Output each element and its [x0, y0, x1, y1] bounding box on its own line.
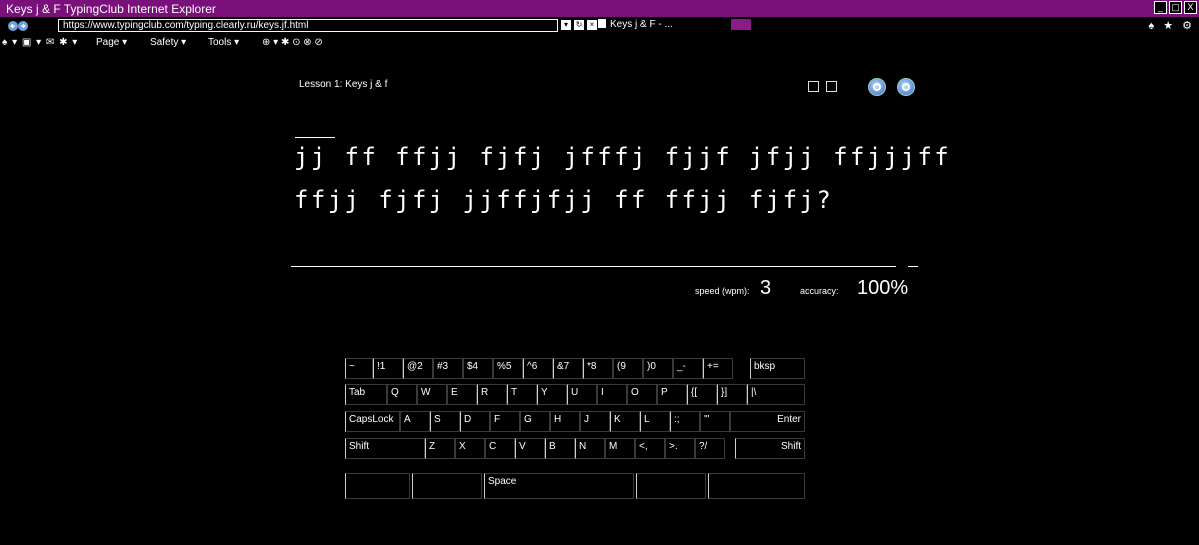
- key-2: @2: [403, 358, 433, 379]
- maximize-button[interactable]: ▢: [1169, 1, 1182, 14]
- back-forward-icon[interactable]: [8, 19, 32, 33]
- key-s: S: [430, 411, 460, 432]
- accuracy-label: accuracy:: [800, 286, 839, 296]
- key-e: E: [447, 384, 477, 405]
- browser-window: Keys j & F TypingClub Internet Explorer …: [0, 0, 1199, 545]
- url-input[interactable]: [58, 19, 558, 32]
- key-minus: _-: [673, 358, 703, 379]
- key-6: ^6: [523, 358, 553, 379]
- key-equals: +=: [703, 358, 733, 379]
- key-semicolon: :;: [670, 411, 700, 432]
- key-1: !1: [373, 358, 403, 379]
- restart-icon[interactable]: [868, 78, 886, 96]
- key-b: B: [545, 438, 575, 459]
- key-comma: <,: [635, 438, 665, 459]
- lesson-title: Lesson 1: Keys j & f: [299, 79, 388, 90]
- address-row: ▾ ↻ × Keys j & F - ... ♠ ★ ⚙: [0, 17, 1199, 35]
- key-o: O: [627, 384, 657, 405]
- key-slash: ?/: [695, 438, 725, 459]
- key-7: &7: [553, 358, 583, 379]
- on-screen-keyboard: ~ !1 @2 #3 $4 %5 ^6 &7 *8 (9 )0 _- += bk…: [340, 358, 810, 505]
- key-capslock: CapsLock: [345, 411, 400, 432]
- window-title: Keys j & F TypingClub Internet Explorer: [6, 1, 216, 16]
- minimize-button[interactable]: _: [1154, 1, 1167, 14]
- progress-divider: [291, 266, 896, 267]
- address-icons: ▾ ↻ ×: [561, 20, 597, 30]
- key-w: W: [417, 384, 447, 405]
- key-g: G: [520, 411, 550, 432]
- key-z: Z: [425, 438, 455, 459]
- key-t: T: [507, 384, 537, 405]
- sound-toggle-button[interactable]: [808, 81, 819, 92]
- key-4: $4: [463, 358, 493, 379]
- key-5: %5: [493, 358, 523, 379]
- key-tab: Tab: [345, 384, 387, 405]
- key-u: U: [567, 384, 597, 405]
- key-right-shift: Shift: [735, 438, 805, 459]
- key-f: F: [490, 411, 520, 432]
- safety-menu[interactable]: Safety ▾: [150, 37, 186, 48]
- key-q: Q: [387, 384, 417, 405]
- key-x: X: [455, 438, 485, 459]
- tools-menu[interactable]: Tools ▾: [208, 37, 239, 48]
- typing-cursor: [295, 137, 335, 138]
- key-backslash: |\: [747, 384, 805, 405]
- key-space: Space: [484, 473, 634, 499]
- key-0: )0: [643, 358, 673, 379]
- key-3: #3: [433, 358, 463, 379]
- key-left-ctrl: [345, 473, 410, 499]
- tab-favicon-icon: [598, 19, 606, 28]
- key-m: M: [605, 438, 635, 459]
- key-y: Y: [537, 384, 567, 405]
- extra-command-icons[interactable]: ⊕ ▾ ✱ ⊙ ⊗ ⊘: [262, 37, 323, 48]
- key-tilde: ~: [345, 358, 373, 379]
- fullscreen-button[interactable]: [826, 81, 837, 92]
- key-9: (9: [613, 358, 643, 379]
- title-bar: Keys j & F TypingClub Internet Explorer …: [0, 0, 1199, 17]
- typing-line-1[interactable]: jj ff ffjj fjfj jfffj fjjf jfjj ffjjjff: [294, 143, 951, 171]
- command-icons[interactable]: ♠ ▾ ▣ ▾ ✉ ✱ ▾: [2, 37, 78, 48]
- close-button[interactable]: X: [1184, 1, 1197, 14]
- key-n: N: [575, 438, 605, 459]
- key-left-alt: [412, 473, 482, 499]
- key-c: C: [485, 438, 515, 459]
- key-j: J: [580, 411, 610, 432]
- new-tab-button[interactable]: [731, 19, 751, 30]
- tab-keys-jf[interactable]: Keys j & F - ...: [610, 19, 673, 30]
- key-8: *8: [583, 358, 613, 379]
- key-period: >.: [665, 438, 695, 459]
- refresh-icon[interactable]: ↻: [574, 20, 584, 30]
- speed-label: speed (wpm):: [695, 286, 750, 296]
- command-bar: ♠ ▾ ▣ ▾ ✉ ✱ ▾ Page ▾ Safety ▾ Tools ▾ ⊕ …: [0, 35, 1199, 52]
- window-controls: _ ▢ X: [1154, 1, 1197, 14]
- dropdown-icon[interactable]: ▾: [561, 20, 571, 30]
- speed-value: 3: [760, 277, 772, 299]
- progress-divider-end: [908, 266, 918, 267]
- key-right-ctrl: [708, 473, 805, 499]
- key-l: L: [640, 411, 670, 432]
- typing-line-2[interactable]: ffjj fjfj jjffjfjj ff ffjj fjfj?: [294, 186, 833, 214]
- key-enter: Enter: [730, 411, 805, 432]
- home-favorites-settings-icons[interactable]: ♠ ★ ⚙: [1148, 19, 1195, 32]
- key-h: H: [550, 411, 580, 432]
- key-v: V: [515, 438, 545, 459]
- key-d: D: [460, 411, 490, 432]
- key-quote: "': [700, 411, 730, 432]
- accuracy-value: 100%: [857, 277, 909, 299]
- key-p: P: [657, 384, 687, 405]
- settings-icon[interactable]: [897, 78, 915, 96]
- stop-icon[interactable]: ×: [587, 20, 597, 30]
- key-close-bracket: }]: [717, 384, 747, 405]
- key-k: K: [610, 411, 640, 432]
- key-i: I: [597, 384, 627, 405]
- key-left-shift: Shift: [345, 438, 425, 459]
- key-right-alt: [636, 473, 706, 499]
- key-backspace: bksp: [750, 358, 805, 379]
- key-a: A: [400, 411, 430, 432]
- key-r: R: [477, 384, 507, 405]
- page-menu[interactable]: Page ▾: [96, 37, 127, 48]
- key-open-bracket: {[: [687, 384, 717, 405]
